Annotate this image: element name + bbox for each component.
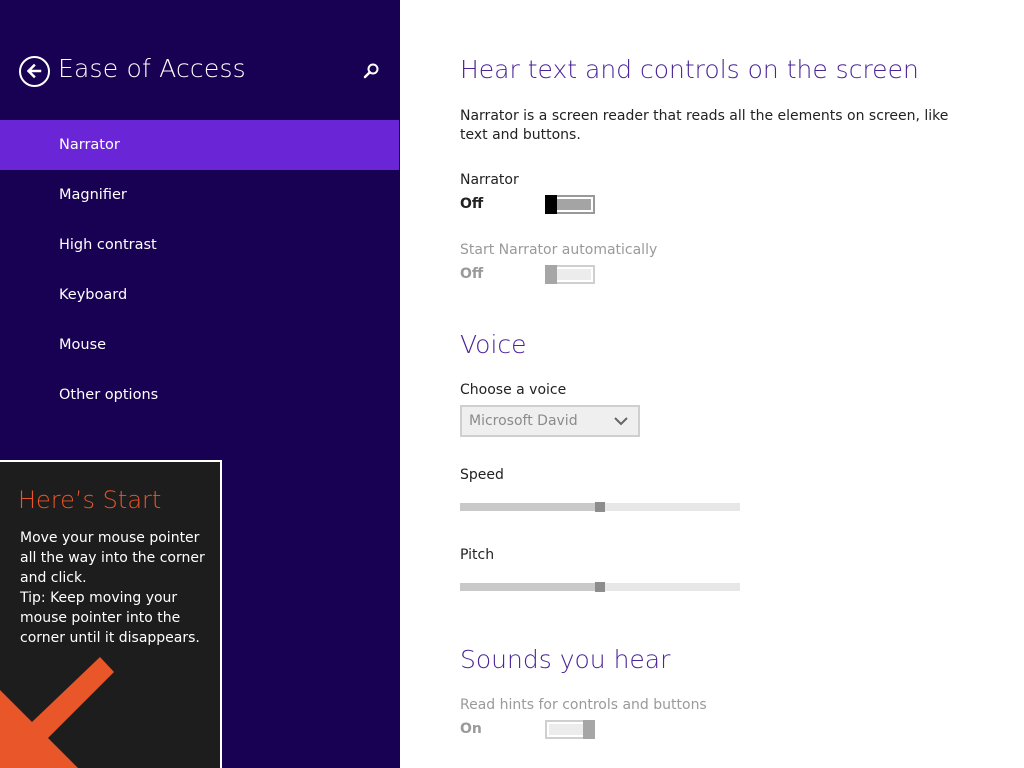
sidebar-item-other-options[interactable]: Other options	[0, 370, 399, 420]
auto-start-toggle[interactable]	[545, 265, 595, 284]
read-hints-state: On	[460, 721, 482, 737]
sidebar-item-magnifier[interactable]: Magnifier	[0, 170, 399, 220]
search-button[interactable]	[360, 60, 382, 82]
voice-select[interactable]: Microsoft David	[460, 405, 640, 437]
speed-slider[interactable]	[460, 502, 740, 512]
voice-heading: Voice	[460, 330, 527, 359]
slider-track	[605, 583, 740, 591]
narrator-state: Off	[460, 196, 484, 212]
narrator-description: Narrator is a screen reader that reads a…	[460, 108, 949, 143]
sidebar-title: Ease of Access	[58, 54, 246, 83]
pitch-slider[interactable]	[460, 582, 740, 592]
chevron-down-icon	[614, 417, 628, 426]
back-arrow-icon	[26, 63, 42, 79]
narrator-label: Narrator	[460, 172, 519, 188]
choose-voice-label: Choose a voice	[460, 382, 567, 398]
back-button[interactable]	[19, 56, 50, 87]
voice-select-value: Microsoft David	[469, 413, 578, 429]
pitch-label: Pitch	[460, 547, 495, 563]
start-tip-line: mouse pointer into the	[20, 610, 181, 626]
toggle-thumb	[583, 720, 595, 739]
sidebar-header: Ease of Access	[0, 48, 400, 94]
start-tip-line: and click.	[20, 570, 87, 586]
slider-track	[605, 503, 740, 511]
start-tip-line: all the way into the corner	[20, 550, 205, 566]
search-icon	[363, 63, 379, 79]
start-tip-panel: Here’s Start Move your mouse pointer all…	[0, 460, 222, 768]
sidebar-item-keyboard[interactable]: Keyboard	[0, 270, 399, 320]
page-title: Hear text and controls on the screen	[460, 55, 919, 84]
start-tip-line: corner until it disappears.	[20, 630, 200, 646]
slider-thumb[interactable]	[595, 502, 605, 512]
start-tip-title: Here’s Start	[18, 486, 162, 514]
sidebar-item-narrator[interactable]: Narrator	[0, 120, 399, 170]
read-hints-toggle[interactable]	[545, 720, 595, 739]
slider-thumb[interactable]	[595, 582, 605, 592]
sounds-heading: Sounds you hear	[460, 645, 671, 674]
start-tip-line: Move your mouse pointer	[20, 530, 200, 546]
narrator-toggle[interactable]	[545, 195, 595, 214]
start-tip-line: Tip: Keep moving your	[20, 590, 178, 606]
sidebar: Ease of Access Narrator Magnifier High c…	[0, 0, 400, 768]
slider-fill	[460, 583, 595, 591]
sidebar-nav: Narrator Magnifier High contrast Keyboar…	[0, 120, 399, 420]
slider-fill	[460, 503, 595, 511]
toggle-thumb	[545, 265, 557, 284]
auto-start-state: Off	[460, 266, 484, 282]
auto-start-label: Start Narrator automatically	[460, 242, 658, 258]
arrow-down-left-icon	[0, 657, 114, 768]
start-tip-body: Move your mouse pointer all the way into…	[20, 528, 210, 648]
toggle-thumb	[545, 195, 557, 214]
read-hints-label: Read hints for controls and buttons	[460, 697, 707, 713]
sidebar-item-mouse[interactable]: Mouse	[0, 320, 399, 370]
sidebar-item-high-contrast[interactable]: High contrast	[0, 220, 399, 270]
speed-label: Speed	[460, 467, 504, 483]
main-content: Hear text and controls on the screen Nar…	[400, 0, 1024, 768]
